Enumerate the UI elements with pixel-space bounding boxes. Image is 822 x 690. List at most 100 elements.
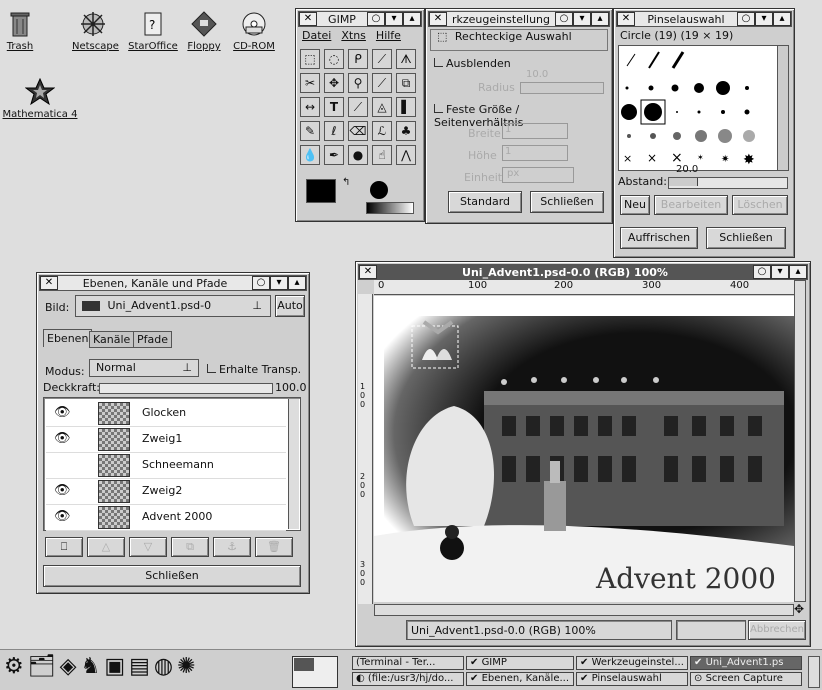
task-tool-options[interactable]: ✔ Werkzeugeinstel... <box>576 656 688 670</box>
foreground-color-swatch[interactable] <box>306 179 336 203</box>
flip-tool[interactable]: ↔ <box>300 97 320 117</box>
menu-hilfe[interactable]: Hilfe <box>376 29 401 45</box>
menu-icon[interactable]: ▾ <box>755 12 773 26</box>
anchor-layer-button[interactable]: ⚓ <box>213 537 251 557</box>
vertical-ruler[interactable]: 1 0 0 2 0 0 3 0 0 <box>358 294 373 604</box>
launcher-game-icon[interactable]: ♞ <box>81 654 105 679</box>
close-button[interactable]: Schließen <box>706 227 786 249</box>
horizontal-scrollbar[interactable] <box>374 604 794 616</box>
cancel-button[interactable]: Abbrechen <box>748 620 806 640</box>
layer-row[interactable]: Schneemann <box>46 452 286 479</box>
edit-brush-button[interactable]: Bearbeiten <box>654 195 728 215</box>
launcher-book-icon[interactable]: ▤ <box>129 654 154 679</box>
launcher-monitor-icon[interactable]: ▣ <box>104 654 129 679</box>
fuzzy-select-tool[interactable]: ⟋ <box>372 49 392 69</box>
bucket-fill-tool[interactable]: ◬ <box>372 97 392 117</box>
eye-icon[interactable]: 👁 <box>54 483 71 498</box>
desktop-icon-cdrom[interactable]: CD-ROM <box>228 10 280 52</box>
close-icon[interactable]: ✕ <box>617 12 635 26</box>
rect-select-tool[interactable]: ⬚ <box>300 49 320 69</box>
move-tool[interactable]: ✥ <box>324 73 344 93</box>
radius-slider[interactable] <box>520 82 604 94</box>
layer-row[interactable]: 👁 Zweig2 <box>46 478 286 505</box>
clone-tool[interactable]: ♣ <box>396 121 416 141</box>
task-image-window[interactable]: ✔ Uni_Advent1.ps <box>690 656 802 670</box>
navigate-icon[interactable]: ✥ <box>794 602 804 616</box>
maximize-icon[interactable]: ▴ <box>403 12 421 26</box>
eye-icon[interactable]: 👁 <box>54 405 71 420</box>
task-layers[interactable]: ✔ Ebenen, Kanäle... <box>466 672 574 686</box>
launcher-floppy-icon[interactable]: ◈ <box>60 654 81 679</box>
iconify-icon[interactable]: ○ <box>252 276 270 290</box>
menu-datei[interactable]: Datei <box>302 29 331 45</box>
airbrush-tool[interactable]: ℒ <box>372 121 392 141</box>
measure-tool[interactable]: ⋀ <box>396 145 416 165</box>
dodge-burn-tool[interactable]: ● <box>348 145 368 165</box>
duplicate-layer-button[interactable]: ⧉ <box>171 537 209 557</box>
width-spin[interactable]: 1 <box>502 123 568 139</box>
maximize-icon[interactable]: ▴ <box>288 276 306 290</box>
free-select-tool[interactable]: ᑭ <box>348 49 368 69</box>
iconify-icon[interactable]: ○ <box>367 12 385 26</box>
close-button[interactable]: Schließen <box>43 565 301 587</box>
launcher-tools-icon[interactable]: ⚙ <box>4 654 28 679</box>
layer-list-scrollbar[interactable] <box>288 399 299 529</box>
close-icon[interactable]: ✕ <box>299 12 317 26</box>
layer-row[interactable]: 👁 Glocken <box>46 400 286 427</box>
smudge-tool[interactable]: ☝ <box>372 145 392 165</box>
opacity-slider[interactable] <box>99 383 273 394</box>
task-file-manager[interactable]: ◐ (file:/usr3/hj/do... <box>352 672 464 686</box>
taskbar-end-handle[interactable] <box>808 656 820 688</box>
iconify-icon[interactable]: ○ <box>753 265 771 279</box>
transform-tool[interactable]: ⧉ <box>396 73 416 93</box>
delete-layer-button[interactable]: 🗑 <box>255 537 293 557</box>
desktop-icon-staroffice[interactable]: ? StarOffice <box>128 10 178 52</box>
unit-select[interactable]: px <box>502 167 574 183</box>
close-button[interactable]: Schließen <box>530 191 604 213</box>
close-icon[interactable]: ✕ <box>40 276 58 290</box>
task-terminal[interactable]: (Terminal - Ter... <box>352 656 464 670</box>
launcher-files-icon[interactable]: 🗂 <box>28 654 60 679</box>
desktop-icon-mathematica[interactable]: Mathematica 4 <box>0 77 80 120</box>
tab-ebenen[interactable]: Ebenen <box>43 329 93 347</box>
eraser-tool[interactable]: ⌫ <box>348 121 368 141</box>
gradient-indicator[interactable] <box>366 202 414 214</box>
vertical-scrollbar[interactable] <box>794 280 806 602</box>
tab-kanaele[interactable]: Kanäle <box>89 331 135 348</box>
iconify-icon[interactable]: ○ <box>555 12 573 26</box>
color-area[interactable]: ↰ <box>306 177 356 215</box>
desktop-icon-trash[interactable]: Trash <box>0 10 40 52</box>
iscissors-tool[interactable]: ✂ <box>300 73 320 93</box>
auto-button[interactable]: Auto <box>275 295 305 317</box>
launcher-globe-icon[interactable]: ◍ <box>154 654 177 679</box>
zoom-tool[interactable]: ⚲ <box>348 73 368 93</box>
canvas-area[interactable]: Advent 2000 <box>374 296 794 602</box>
maximize-icon[interactable]: ▴ <box>591 12 609 26</box>
eye-icon[interactable]: 👁 <box>54 431 71 446</box>
maximize-icon[interactable]: ▴ <box>789 265 807 279</box>
refresh-button[interactable]: Auffrischen <box>620 227 698 249</box>
layer-row[interactable]: 👁 Advent 2000 <box>46 504 286 531</box>
menu-icon[interactable]: ▾ <box>771 265 789 279</box>
lower-layer-button[interactable]: ▽ <box>129 537 167 557</box>
pencil-tool[interactable]: ✎ <box>300 121 320 141</box>
swap-colors-icon[interactable]: ↰ <box>342 177 350 188</box>
task-brushes[interactable]: ✔ Pinselauswahl <box>576 672 688 686</box>
paintbrush-tool[interactable]: ℓ <box>324 121 344 141</box>
delete-brush-button[interactable]: Löschen <box>732 195 788 215</box>
gradient-tool[interactable]: ▌ <box>396 97 416 117</box>
image-select[interactable]: Uni_Advent1.psd-0 ⊥ <box>75 295 271 317</box>
close-icon[interactable]: ✕ <box>429 12 447 26</box>
text-tool[interactable]: T <box>324 97 344 117</box>
tab-pfade[interactable]: Pfade <box>133 331 172 348</box>
maximize-icon[interactable]: ▴ <box>773 12 791 26</box>
eye-icon[interactable]: 👁 <box>54 509 71 524</box>
menu-icon[interactable]: ▾ <box>270 276 288 290</box>
height-spin[interactable]: 1 <box>502 145 568 161</box>
convolve-tool[interactable]: 💧 <box>300 145 320 165</box>
brush-indicator[interactable] <box>370 181 388 199</box>
brush-scrollbar[interactable] <box>777 45 789 171</box>
feather-checkbox[interactable]: Ausblenden <box>434 57 511 70</box>
brush-grid[interactable]: × × × ✶ ✷ ✸ <box>618 45 778 171</box>
iconify-icon[interactable]: ○ <box>737 12 755 26</box>
